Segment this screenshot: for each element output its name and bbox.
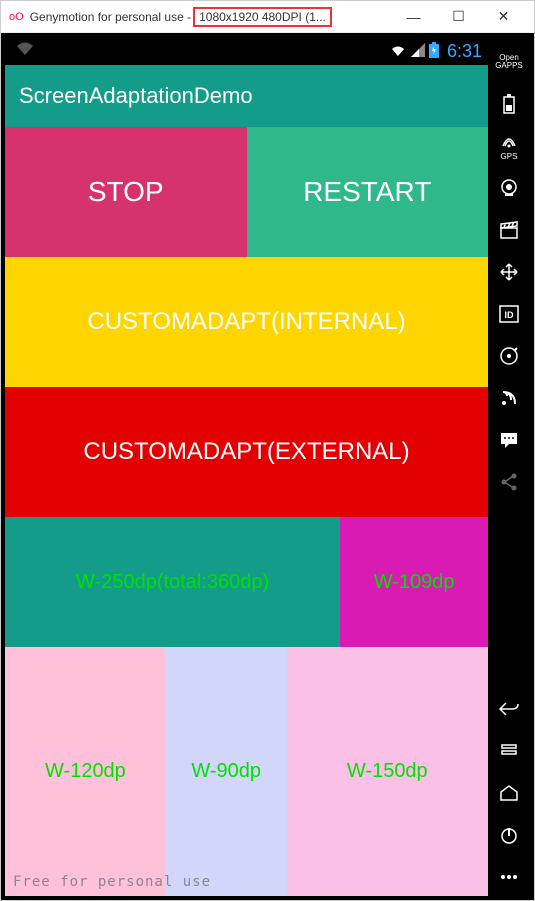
clapper-button[interactable]: [490, 211, 528, 249]
android-home-button[interactable]: [490, 774, 528, 812]
genymotion-logo-icon: oO: [9, 11, 24, 23]
disk-button[interactable]: [490, 337, 528, 375]
move-button[interactable]: [490, 253, 528, 291]
minimize-button[interactable]: —: [391, 3, 436, 31]
share-button[interactable]: [490, 463, 528, 501]
window-titlebar: oO Genymotion for personal use - 1080x19…: [1, 1, 534, 33]
android-statusbar[interactable]: 6:31: [5, 37, 488, 65]
close-button[interactable]: ✕: [481, 3, 526, 31]
customadapt-internal-button[interactable]: CUSTOMADAPT(INTERNAL): [5, 257, 488, 387]
restart-button[interactable]: RESTART: [247, 127, 489, 257]
titlebar-prefix: Genymotion for personal use -: [30, 10, 191, 24]
maximize-button[interactable]: ☐: [436, 3, 481, 31]
identifier-button[interactable]: ID: [490, 295, 528, 333]
wifi-signal-icon: [389, 43, 407, 60]
width-150dp-block: W-150dp: [287, 647, 488, 896]
customadapt-external-button[interactable]: CUSTOMADAPT(EXTERNAL): [5, 387, 488, 517]
power-button[interactable]: [490, 816, 528, 854]
cell-signal-icon: [411, 43, 425, 60]
titlebar-resolution: 1080x1920 480DPI (1...: [193, 7, 332, 27]
app-bar: ScreenAdaptationDemo: [5, 65, 488, 127]
statusbar-time: 6:31: [447, 41, 482, 62]
width-250dp-block: W-250dp(total:360dp): [5, 517, 340, 647]
more-button[interactable]: [490, 858, 528, 896]
battery-button[interactable]: [490, 85, 528, 123]
android-back-button[interactable]: [490, 690, 528, 728]
watermark-text: Free for personal use: [13, 874, 211, 890]
sms-button[interactable]: [490, 421, 528, 459]
opengapps-button[interactable]: OpenGAPPS: [490, 43, 528, 81]
width-120dp-block: W-120dp: [5, 647, 166, 896]
battery-icon: [429, 42, 439, 61]
genymotion-window: oO Genymotion for personal use - 1080x19…: [0, 0, 535, 901]
network-button[interactable]: [490, 379, 528, 417]
app-title: ScreenAdaptationDemo: [19, 83, 253, 109]
genymotion-sidebar: OpenGAPPS GPS ID: [488, 37, 530, 896]
stop-button[interactable]: STOP: [5, 127, 247, 257]
width-90dp-block: W-90dp: [166, 647, 287, 896]
android-recent-button[interactable]: [490, 732, 528, 770]
device-area: 6:31 ScreenAdaptationDemo STOP RESTART C…: [1, 33, 534, 900]
wifi-icon: [15, 41, 35, 62]
phone-screen: 6:31 ScreenAdaptationDemo STOP RESTART C…: [5, 37, 488, 896]
app-content: STOP RESTART CUSTOMADAPT(INTERNAL) CUSTO…: [5, 127, 488, 896]
gps-button[interactable]: GPS: [490, 127, 528, 165]
width-109dp-block: W-109dp: [340, 517, 488, 647]
svg-text:ID: ID: [505, 310, 515, 320]
webcam-button[interactable]: [490, 169, 528, 207]
